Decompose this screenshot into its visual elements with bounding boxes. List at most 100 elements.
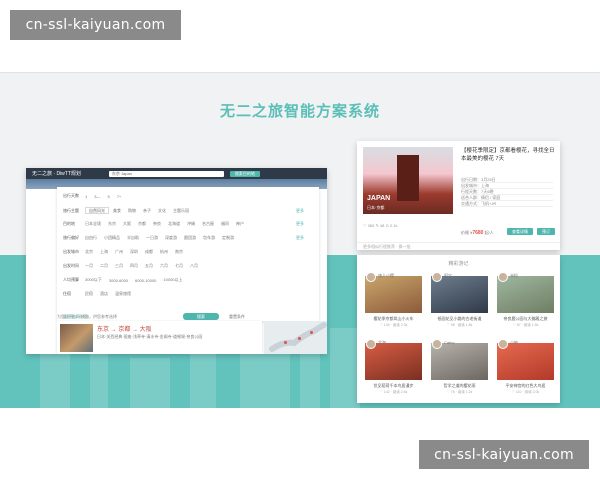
- filter-option[interactable]: 民宿: [85, 291, 93, 297]
- filter-option[interactable]: 自由行: [85, 235, 97, 241]
- filter-option[interactable]: 二月: [100, 263, 108, 269]
- view-detail-button[interactable]: 查看详情: [507, 228, 533, 235]
- featured-itinerary-card[interactable]: JAPAN 日本·京都 【樱花季限定】京都看樱花，寻找全日本最美的樱花 7天 出…: [357, 141, 560, 250]
- filter-option[interactable]: 北京: [85, 249, 93, 255]
- filter-more-link[interactable]: 更多: [296, 235, 304, 241]
- filter-option[interactable]: 购物: [128, 208, 136, 214]
- filter-option[interactable]: 10000以上: [163, 277, 182, 283]
- filter-option[interactable]: 冲绳: [187, 221, 195, 227]
- travelogue-tile[interactable]: 旅人小樱 樱花季京都岚山小火车 ♡ 126 · 阅读 2.3k: [365, 272, 422, 332]
- filter-option[interactable]: 奈良: [153, 221, 161, 227]
- travelogue-tile[interactable]: Cathy 哲学之道的樱花雨 ♡ 76 · 阅读 1.2k: [431, 339, 488, 399]
- travelogue-tile[interactable]: 米粒 奈良鹿公园与大佛殿之旅 ♡ 87 · 阅读 1.5k: [497, 272, 554, 332]
- author-name[interactable]: 北海: [378, 340, 386, 346]
- route-map[interactable]: [264, 321, 327, 354]
- travelogue-image[interactable]: [365, 276, 422, 313]
- featured-title[interactable]: 【樱花季限定】京都看樱花，寻找全日本最美的樱花 7天: [461, 147, 556, 163]
- filter-option[interactable]: 3000以下: [85, 277, 102, 283]
- filter-option[interactable]: 自然风光: [85, 207, 109, 214]
- avatar[interactable]: [432, 339, 442, 349]
- travelogue-image[interactable]: [497, 276, 554, 313]
- filter-option[interactable]: 三月: [115, 263, 123, 269]
- book-button[interactable]: 预订: [537, 228, 555, 235]
- filter-option[interactable]: 跟团游: [184, 235, 196, 241]
- filter-option[interactable]: 包车游: [203, 235, 215, 241]
- avatar[interactable]: [432, 272, 442, 282]
- filter-option[interactable]: 日本全境: [85, 221, 101, 227]
- filter-option[interactable]: 福冈: [221, 221, 229, 227]
- filter-option[interactable]: 成都: [145, 249, 153, 255]
- filter-option[interactable]: 半自助: [127, 235, 139, 241]
- map-pin[interactable]: [298, 337, 301, 340]
- map-pin[interactable]: [284, 341, 287, 344]
- filter-option[interactable]: 神户: [236, 221, 244, 227]
- travelogue-image[interactable]: [431, 343, 488, 380]
- travelogue-caption[interactable]: 哲学之道的樱花雨: [431, 383, 488, 389]
- travelogue-caption[interactable]: 平安神宫的红色大鸟居: [497, 383, 554, 389]
- filter-option[interactable]: 7+: [117, 194, 122, 199]
- filter-option[interactable]: 四月: [130, 263, 138, 269]
- filter-option[interactable]: 美食: [113, 208, 121, 214]
- filter-option[interactable]: 八月: [190, 263, 198, 269]
- reset-filters-link[interactable]: 重置条件: [229, 314, 245, 320]
- avatar[interactable]: [498, 272, 508, 282]
- filter-option[interactable]: 主题乐园: [173, 208, 189, 214]
- travelogue-image[interactable]: [431, 276, 488, 313]
- filter-option[interactable]: 一日游: [146, 235, 158, 241]
- filter-option[interactable]: 温泉旅馆: [115, 291, 131, 297]
- filter-option[interactable]: 深圳: [130, 249, 138, 255]
- route-title[interactable]: 东京 → 京都 → 大阪: [97, 324, 152, 333]
- travelogue-caption[interactable]: 伏见稻荷千本鸟居漫步: [365, 383, 422, 389]
- avatar[interactable]: [366, 272, 376, 282]
- filter-option[interactable]: 6000-10000: [135, 278, 156, 283]
- filter-option[interactable]: 1: [85, 194, 87, 199]
- filter-option[interactable]: 酒店: [100, 291, 108, 297]
- travelogue-caption[interactable]: 樱花季京都岚山小火车: [365, 316, 422, 322]
- travelogue-caption[interactable]: 奈良鹿公园与大佛殿之旅: [497, 316, 554, 322]
- filter-option[interactable]: 南京: [175, 249, 183, 255]
- filter-more-link[interactable]: 更多: [296, 221, 304, 227]
- travelogue-tile[interactable]: 阿宝 祇园花见小路的古老街道 ♡ 98 · 阅读 1.8k: [431, 272, 488, 332]
- travelogue-tile[interactable]: 北海 伏见稻荷千本鸟居漫步 ♡ 142 · 阅读 2.6k: [365, 339, 422, 399]
- filter-option[interactable]: 5: [107, 194, 109, 199]
- author-name[interactable]: Cathy: [444, 340, 454, 345]
- filter-option[interactable]: 小团精品: [104, 235, 120, 241]
- author-name[interactable]: 旅人小樱: [378, 273, 394, 279]
- filter-option[interactable]: 五月: [145, 263, 153, 269]
- travelogue-tile[interactable]: 小柚 平安神宫的红色大鸟居 ♡ 110 · 阅读 2.0k: [497, 339, 554, 399]
- filter-more-link[interactable]: 更多: [296, 208, 304, 214]
- map-pin[interactable]: [310, 331, 313, 334]
- gallery-title: 精彩游记: [448, 261, 469, 267]
- filter-option[interactable]: 京都: [138, 221, 146, 227]
- filter-option[interactable]: 广州: [115, 249, 123, 255]
- author-name[interactable]: 小柚: [510, 340, 518, 346]
- filter-option[interactable]: 北海道: [168, 221, 180, 227]
- filter-option[interactable]: 六月: [160, 263, 168, 269]
- filter-option[interactable]: 一月: [85, 263, 93, 269]
- search-destination-button[interactable]: 搜索目的地: [229, 170, 260, 177]
- filter-option[interactable]: 杭州: [160, 249, 168, 255]
- filter-option[interactable]: 深度游: [165, 235, 177, 241]
- filter-option[interactable]: 七月: [175, 263, 183, 269]
- filter-option[interactable]: 东京: [108, 221, 116, 227]
- submit-search-button[interactable]: 搜索: [183, 313, 219, 320]
- travelogue-caption[interactable]: 祇园花见小路的古老街道: [431, 316, 488, 322]
- filter-option[interactable]: 3000-6000: [109, 278, 128, 283]
- filter-option[interactable]: 大阪: [123, 221, 131, 227]
- author-name[interactable]: 阿宝: [444, 273, 452, 279]
- avatar[interactable]: [366, 339, 376, 349]
- destination-search-input[interactable]: 东京 Japan: [108, 170, 224, 177]
- site-logo[interactable]: 无二之旅 · DiwTT规划: [32, 170, 81, 177]
- filter-option[interactable]: 上海: [100, 249, 108, 255]
- filter-option[interactable]: 3—: [94, 194, 100, 199]
- filter-option[interactable]: 名古屋: [202, 221, 214, 227]
- author-name[interactable]: 米粒: [510, 273, 518, 279]
- travelogue-image[interactable]: [497, 343, 554, 380]
- travelogue-image[interactable]: [365, 343, 422, 380]
- filter-option[interactable]: 文化: [158, 208, 166, 214]
- avatar[interactable]: [498, 339, 508, 349]
- filter-option[interactable]: 亲子: [143, 208, 151, 214]
- featured-footer[interactable]: 更多相似行程推荐 · 换一批: [357, 242, 560, 250]
- route-result-card[interactable]: 东京 → 京都 → 大阪 日本·关西经典·银座·浅草寺·清水寺·金阁寺·道顿堀·…: [57, 321, 262, 354]
- filter-option[interactable]: 定制游: [222, 235, 234, 241]
